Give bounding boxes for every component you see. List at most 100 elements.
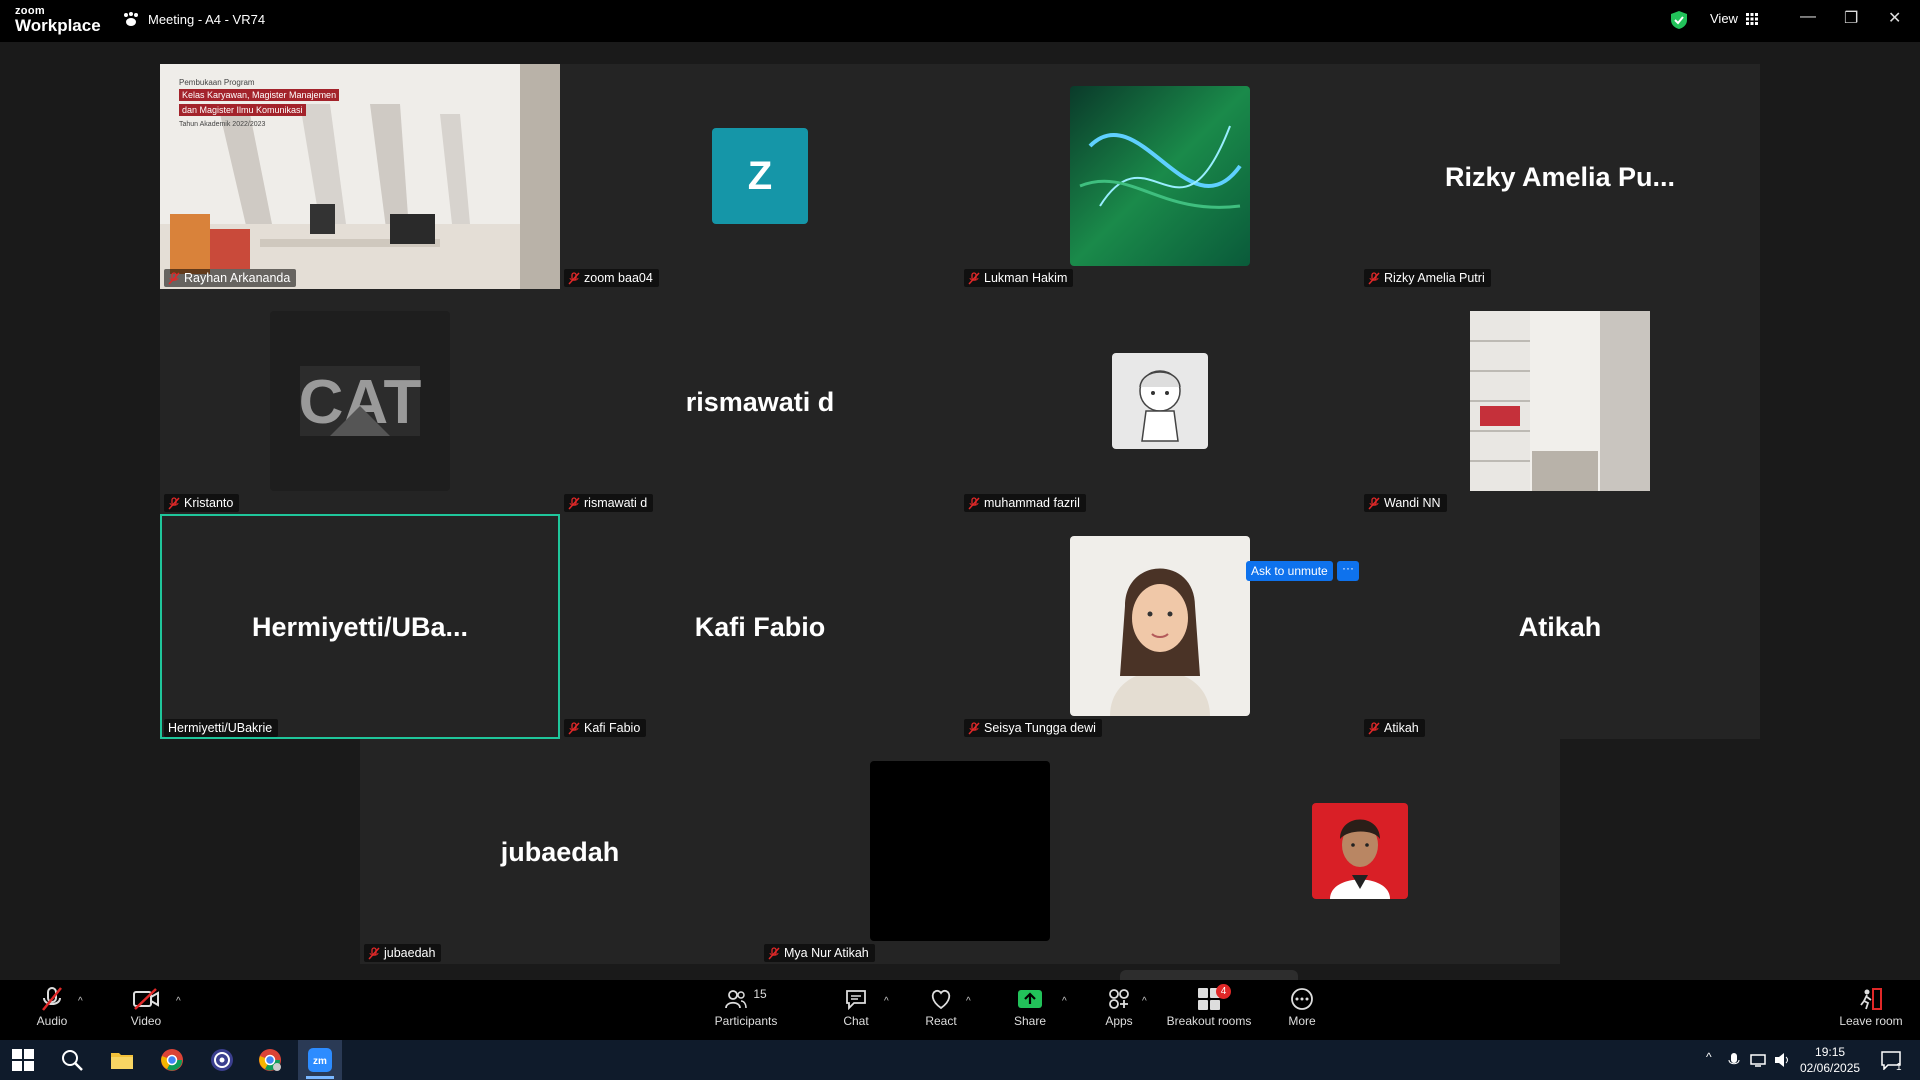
react-options-chevron-icon[interactable]: ^ [966,996,971,1007]
participant-display-name: jubaedah [500,837,620,867]
participant-name-label: Seisya Tungga dewi [964,719,1102,737]
logo-line2: Workplace [15,16,101,35]
video-tile-active-speaker[interactable]: Hermiyetti/UBa... Hermiyetti/UBakrie [160,514,560,739]
profile-picture [870,761,1050,941]
chrome-profile-icon[interactable] [258,1048,282,1072]
apps-button[interactable]: Apps [1102,984,1136,1028]
meeting-toolbar: Audio ^ Video ^ 15 Participants Chat ^ R… [0,980,1920,1040]
search-icon[interactable] [60,1048,84,1072]
file-explorer-icon[interactable] [110,1048,134,1072]
participant-name-label: Lukman Hakim [964,269,1074,287]
participant-name-label: muhammad fazril [964,494,1086,512]
video-tile[interactable]: Seisya Tungga dewi [960,514,1360,739]
video-tile[interactable]: Kafi Fabio Kafi Fabio [560,514,960,739]
chrome-icon[interactable] [160,1048,184,1072]
muted-mic-icon [968,271,980,285]
video-off-icon [133,988,159,1010]
participant-name-label: Hermiyetti/UBakrie [164,719,279,737]
muted-mic-icon [968,721,980,735]
participant-name: Hermiyetti/UBakrie [168,721,273,735]
slide-line1: Pembukaan Program [179,78,255,87]
svg-text:zm: zm [313,1056,327,1067]
taskbar-clock[interactable]: 19:15 02/06/2025 [1800,1044,1860,1076]
audio-button[interactable]: Audio [30,984,74,1028]
microphone-icon[interactable] [1728,1052,1740,1068]
windows-start-icon[interactable] [12,1049,34,1071]
breakout-rooms-label: Breakout rooms [1166,1014,1252,1028]
video-tile[interactable]: rismawati d rismawati d [560,289,960,514]
participant-name-label: Rayhan Arkananda [164,269,297,287]
video-tile[interactable]: Pembukaan Program Kelas Karyawan, Magist… [160,64,560,289]
muted-mic-icon [568,271,580,285]
react-button[interactable]: React [920,984,962,1028]
tile-more-options-button[interactable]: ··· [1337,561,1359,581]
slide-line2: Kelas Karyawan, Magister Manajemen [179,89,340,101]
video-tile[interactable] [1160,739,1560,964]
profile-picture [1070,86,1250,266]
chat-options-chevron-icon[interactable]: ^ [884,996,889,1007]
close-icon[interactable]: ✕ [1888,8,1901,28]
minimize-icon[interactable]: — [1800,8,1816,26]
leave-room-icon [1860,988,1882,1010]
video-options-chevron-icon[interactable]: ^ [176,996,181,1007]
share-screen-icon [1018,990,1042,1008]
zoom-app-icon: zm [308,1048,332,1072]
profile-picture [1470,311,1650,491]
more-label: More [1288,1014,1316,1028]
more-button[interactable]: More [1284,984,1320,1028]
breakout-rooms-button[interactable]: 4 Breakout rooms [1164,984,1254,1028]
view-button[interactable]: View [1710,11,1758,26]
participant-name: Mya Nur Atikah [784,946,869,960]
participant-display-name: rismawati d [685,387,835,417]
share-label: Share [1013,1014,1047,1028]
volume-icon[interactable] [1774,1052,1792,1068]
video-label: Video [130,1014,162,1028]
video-tile[interactable]: Lukman Hakim [960,64,1360,289]
ask-to-unmute-button[interactable]: Ask to unmute [1246,561,1333,581]
obs-icon[interactable] [210,1048,234,1072]
share-button[interactable]: Share [1008,984,1052,1028]
encryption-shield-icon[interactable] [1670,10,1688,35]
video-gallery: Pembukaan Program Kelas Karyawan, Magist… [0,42,1920,1008]
share-options-chevron-icon[interactable]: ^ [1062,996,1067,1007]
network-icon[interactable] [1750,1052,1768,1068]
apps-label: Apps [1105,1014,1133,1028]
participant-name: Kafi Fabio [584,721,641,735]
video-tile[interactable]: Atikah Atikah [1360,514,1760,739]
video-tile[interactable]: Mya Nur Atikah [760,739,1160,964]
participant-name: Kristanto [184,496,234,510]
profile-picture [1070,536,1250,716]
chat-button[interactable]: Chat [836,984,876,1028]
video-tile[interactable]: Z zoom baa04 [560,64,960,289]
participants-count: 15 [753,987,767,1001]
video-tile[interactable]: Rizky Amelia Pu... Rizky Amelia Putri [1360,64,1760,289]
windows-taskbar: zm ^ 1 [0,1040,1920,1080]
participant-name-label: jubaedah [364,944,442,962]
slide-line3: dan Magister Ilmu Komunikasi [179,104,306,116]
participant-name: Rayhan Arkananda [184,271,291,285]
grid-view-icon [1745,12,1758,25]
video-tile[interactable]: jubaedah jubaedah [360,739,760,964]
profile-picture [1312,803,1408,899]
participant-name: Atikah [1384,721,1419,735]
participants-label: Participants [714,1014,778,1028]
audio-options-chevron-icon[interactable]: ^ [78,996,83,1007]
apps-icon [1109,989,1129,1009]
show-hidden-icons-chevron-icon[interactable]: ^ [1706,1050,1712,1064]
restore-icon[interactable]: ❐ [1844,8,1858,28]
meeting-title[interactable]: Meeting - A4 - VR74 [122,11,265,27]
participant-name: Wandi NN [1384,496,1441,510]
participants-button[interactable]: 15 Participants [712,984,780,1028]
video-tile[interactable]: muhammad fazril [960,289,1360,514]
leave-room-button[interactable]: Leave room [1838,984,1904,1028]
video-tile[interactable]: CAT Kristanto [160,289,560,514]
video-tile[interactable]: Wandi NN [1360,289,1760,514]
heart-icon [931,989,951,1010]
muted-mic-icon [1368,496,1380,510]
video-button[interactable]: Video [124,984,168,1028]
meeting-title-text: Meeting - A4 - VR74 [148,11,266,27]
zoom-taskbar-button[interactable]: zm [298,1040,342,1080]
participant-name-label: Rizky Amelia Putri [1364,269,1491,287]
apps-options-chevron-icon[interactable]: ^ [1142,996,1147,1007]
react-label: React [925,1014,957,1028]
